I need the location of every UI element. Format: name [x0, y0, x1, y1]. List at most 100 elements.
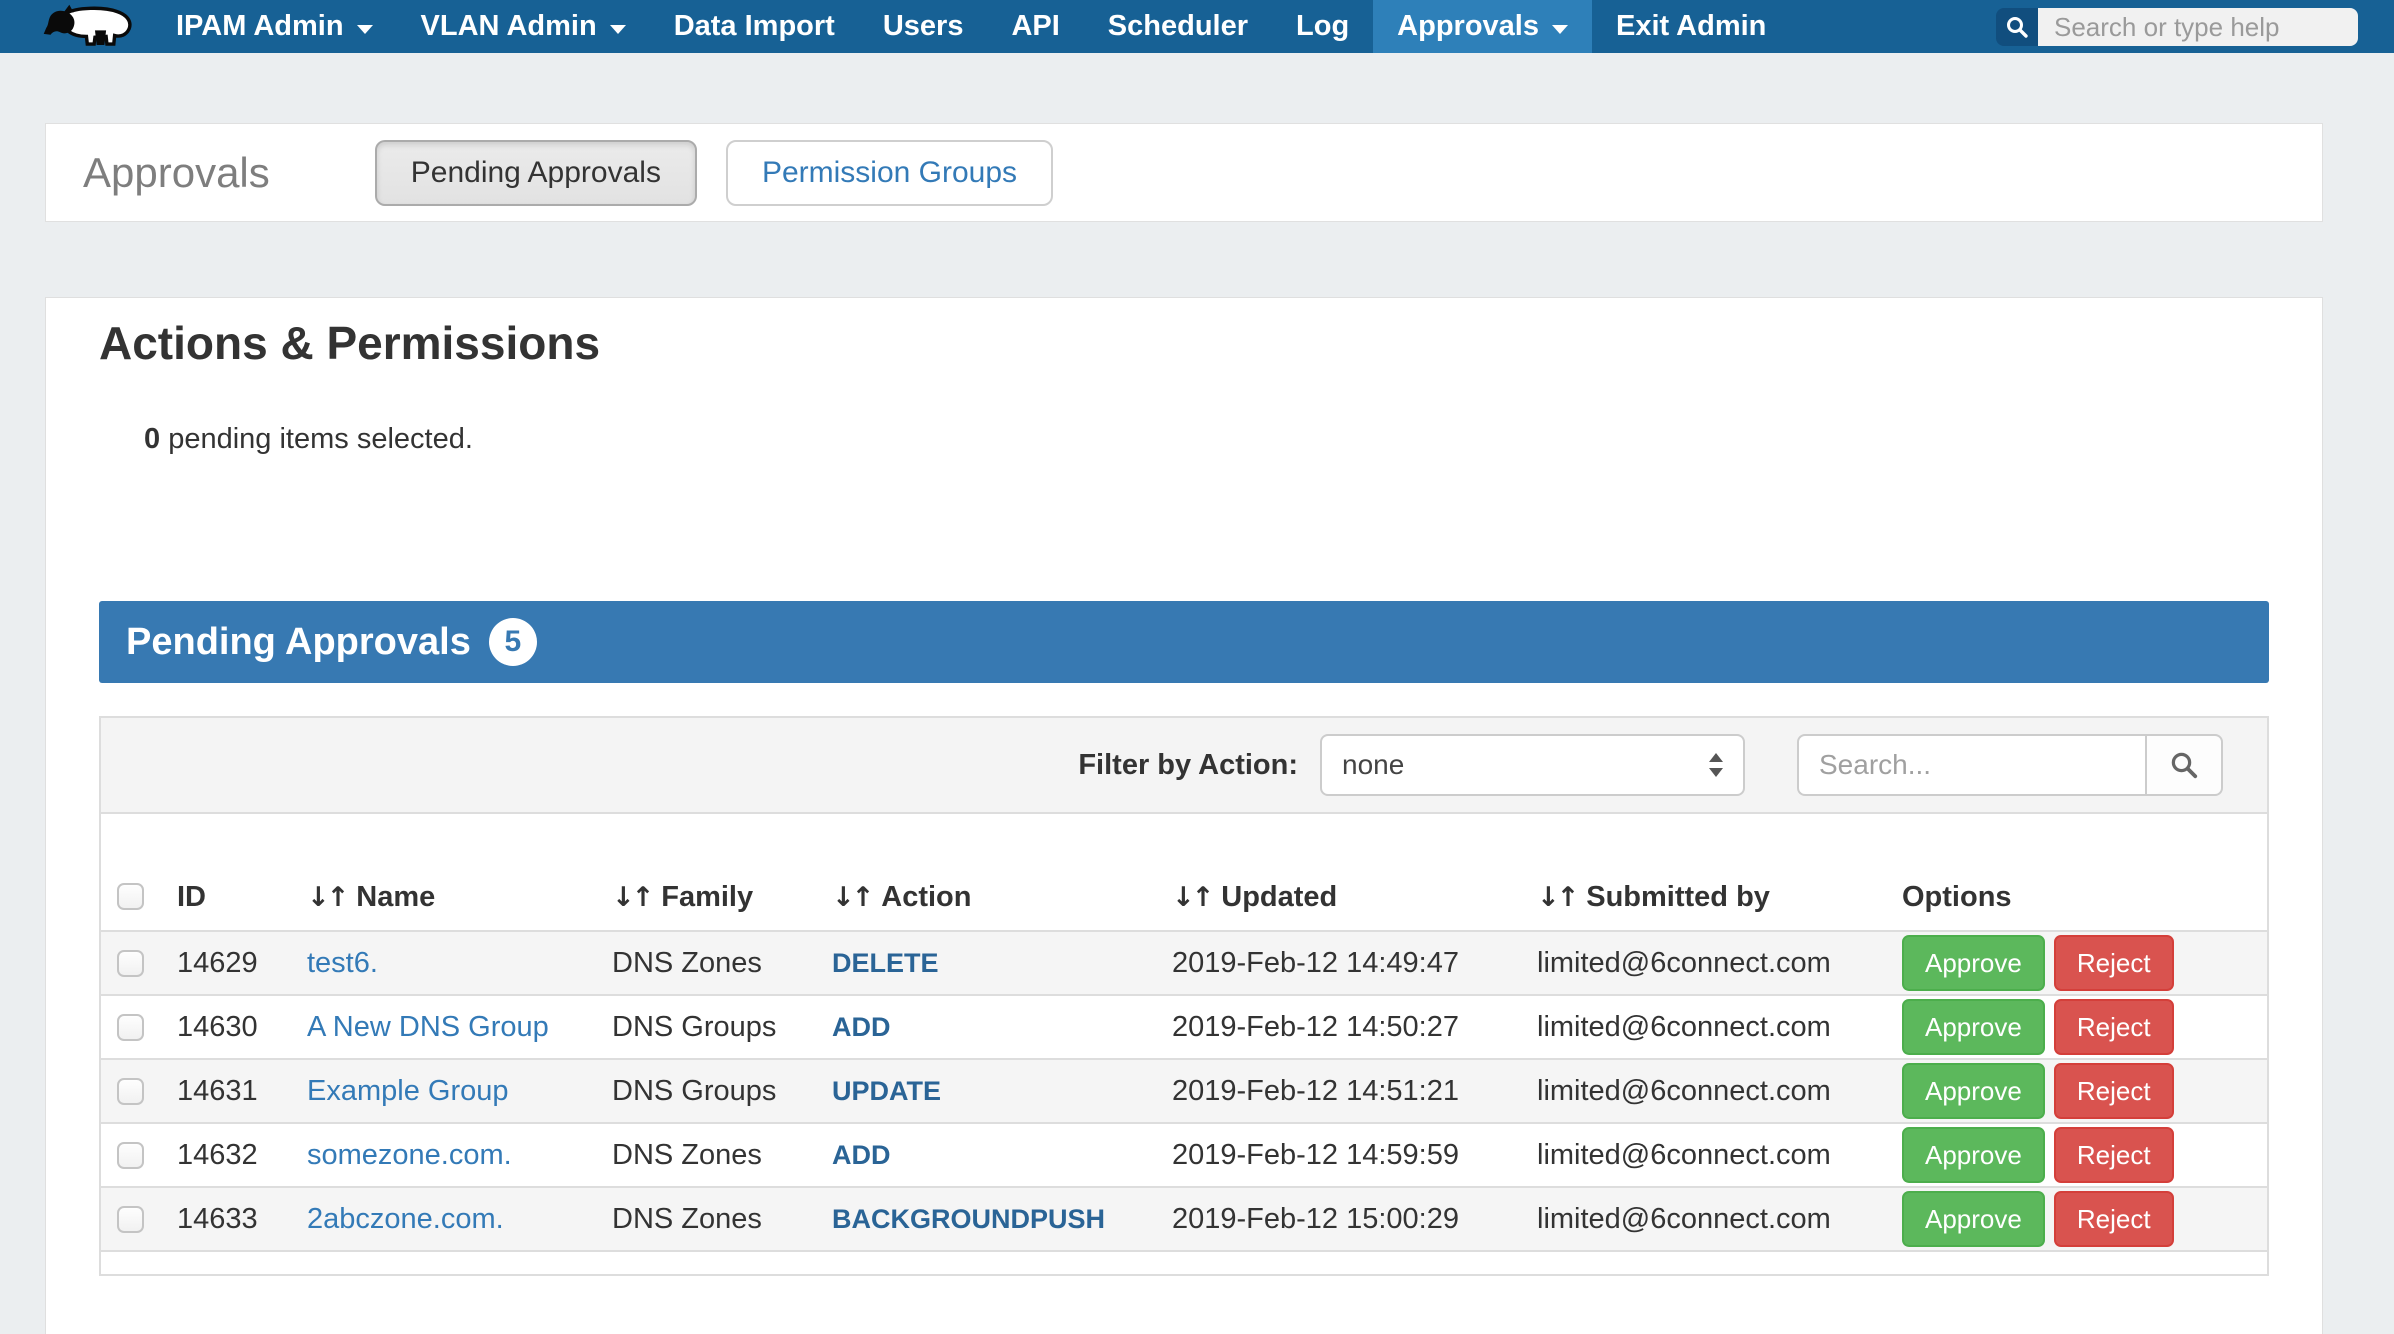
- cell-action-cell: DELETE: [818, 947, 1158, 980]
- filter-by-action-label: Filter by Action:: [1078, 749, 1298, 782]
- select-all-checkbox[interactable]: [117, 883, 144, 910]
- navbar-menu: IPAM Admin VLAN Admin Data Import Users API S…: [152, 0, 1790, 53]
- cell-family: DNS Groups: [612, 1075, 776, 1107]
- col-header-submitted-by[interactable]: ↓↑ Submitted by: [1523, 881, 1888, 914]
- reject-button[interactable]: Reject: [2054, 1127, 2174, 1183]
- approve-button[interactable]: Approve: [1902, 999, 2045, 1055]
- row-options-cell: ApproveReject: [1888, 935, 2267, 991]
- cell-updated: 2019-Feb-12 14:50:27: [1172, 1011, 1459, 1043]
- nav-item-label: Scheduler: [1108, 10, 1248, 43]
- search-icon: [2169, 750, 2199, 780]
- col-header-action[interactable]: ↓↑Action: [818, 881, 1158, 914]
- cell-updated: 2019-Feb-12 14:49:47: [1172, 947, 1459, 979]
- help-search-input[interactable]: [2038, 8, 2358, 46]
- row-checkbox[interactable]: [117, 1014, 144, 1041]
- cell-action-cell: UPDATE: [818, 1075, 1158, 1108]
- table-filter-bar: Filter by Action: none: [101, 718, 2267, 814]
- filter-action-select[interactable]: none: [1320, 734, 1745, 796]
- approve-button[interactable]: Approve: [1902, 1191, 2045, 1247]
- table-search-input[interactable]: [1797, 734, 2145, 796]
- reject-button[interactable]: Reject: [2054, 1063, 2174, 1119]
- cell-updated: 2019-Feb-12 15:00:29: [1172, 1203, 1459, 1235]
- nav-item-exit-admin[interactable]: Exit Admin: [1592, 0, 1790, 53]
- nav-item-users[interactable]: Users: [859, 0, 988, 53]
- col-header-label: Family: [661, 881, 753, 914]
- row-name-link[interactable]: Example Group: [307, 1075, 509, 1107]
- col-header-name[interactable]: ↓↑Name: [293, 881, 598, 914]
- tab-permission-groups[interactable]: Permission Groups: [726, 140, 1053, 206]
- approve-button[interactable]: Approve: [1902, 1063, 2045, 1119]
- brand-logo[interactable]: [42, 0, 138, 53]
- caret-down-icon: [610, 25, 626, 34]
- col-header-updated[interactable]: ↓↑Updated: [1158, 881, 1523, 914]
- col-header-id: ID: [163, 881, 293, 914]
- tab-pending-approvals[interactable]: Pending Approvals: [375, 140, 697, 206]
- row-checkbox-cell: [101, 1206, 163, 1233]
- col-header-label: ID: [177, 881, 206, 914]
- cell-action-cell: BACKGROUNDPUSH: [818, 1203, 1158, 1236]
- row-name-link[interactable]: 2abczone.com.: [307, 1203, 504, 1235]
- nav-item-api[interactable]: API: [987, 0, 1083, 53]
- cell-id: 14630: [177, 1011, 258, 1043]
- row-checkbox[interactable]: [117, 1206, 144, 1233]
- row-options-cell: ApproveReject: [1888, 1191, 2267, 1247]
- cell-submitted-by: limited@6connect.com: [1537, 947, 1831, 979]
- panel-title: Pending Approvals: [126, 621, 471, 664]
- approve-button[interactable]: Approve: [1902, 935, 2045, 991]
- approve-button[interactable]: Approve: [1902, 1127, 2045, 1183]
- sort-icon: ↓↑: [1537, 882, 1576, 913]
- row-name-link[interactable]: test6.: [307, 947, 378, 979]
- table-body: 14629test6.DNS ZonesDELETE2019-Feb-12 14…: [101, 932, 2267, 1252]
- pending-approvals-table-container: Filter by Action: none: [99, 716, 2269, 1276]
- row-checkbox[interactable]: [117, 1078, 144, 1105]
- col-header-label: Submitted by: [1586, 881, 1770, 914]
- select-updown-icon: [1709, 753, 1723, 777]
- cell-id: 14633: [177, 1203, 258, 1235]
- table-search-button[interactable]: [2145, 734, 2223, 796]
- cell-family-cell: DNS Groups: [598, 1011, 818, 1044]
- row-checkbox[interactable]: [117, 1142, 144, 1169]
- cell-updated: 2019-Feb-12 14:59:59: [1172, 1139, 1459, 1171]
- nav-item-label: Users: [883, 10, 964, 43]
- nav-item-label: Approvals: [1397, 10, 1539, 43]
- table-row: 14630A New DNS GroupDNS GroupsADD2019-Fe…: [101, 996, 2267, 1060]
- cell-submitted-by-cell: limited@6connect.com: [1523, 1075, 1888, 1108]
- reject-button[interactable]: Reject: [2054, 935, 2174, 991]
- row-checkbox[interactable]: [117, 950, 144, 977]
- table-row: 14629test6.DNS ZonesDELETE2019-Feb-12 14…: [101, 932, 2267, 996]
- reject-button[interactable]: Reject: [2054, 999, 2174, 1055]
- col-header-label: Action: [881, 881, 971, 914]
- filter-action-selected-value: none: [1342, 749, 1709, 781]
- cell-id: 14631: [177, 1075, 258, 1107]
- nav-item-approvals[interactable]: Approvals: [1373, 0, 1592, 53]
- col-header-family[interactable]: ↓↑Family: [598, 881, 818, 914]
- approvals-admin-page: IPAM Admin VLAN Admin Data Import Users API S…: [0, 0, 2394, 1334]
- cell-updated-cell: 2019-Feb-12 14:50:27: [1158, 1011, 1523, 1044]
- nav-item-vlan-admin[interactable]: VLAN Admin: [397, 0, 650, 53]
- row-name-link-cell: Example Group: [293, 1075, 598, 1108]
- col-header-options: Options: [1888, 881, 2267, 914]
- reject-button[interactable]: Reject: [2054, 1191, 2174, 1247]
- row-name-link[interactable]: A New DNS Group: [307, 1011, 549, 1043]
- nav-item-label: Log: [1296, 10, 1349, 43]
- cell-updated: 2019-Feb-12 14:51:21: [1172, 1075, 1459, 1107]
- nav-item-ipam-admin[interactable]: IPAM Admin: [152, 0, 397, 53]
- pending-approvals-panel-header: Pending Approvals 5: [99, 601, 2269, 683]
- cell-submitted-by-cell: limited@6connect.com: [1523, 1203, 1888, 1236]
- cell-submitted-by: limited@6connect.com: [1537, 1011, 1831, 1043]
- nav-item-data-import[interactable]: Data Import: [650, 0, 859, 53]
- nav-item-label: Data Import: [674, 10, 835, 43]
- table-row: 14631 Example Group DNS Groups UPDATE 2019-F…: [101, 1060, 2267, 1124]
- cell-submitted-by: limited@6connect.com: [1537, 1203, 1831, 1235]
- search-icon: [2005, 15, 2029, 39]
- cell-updated-cell: 2019-Feb-12 14:51:21: [1158, 1075, 1523, 1108]
- row-name-link[interactable]: somezone.com.: [307, 1139, 512, 1171]
- selected-count-text: pending items selected.: [168, 423, 473, 455]
- nav-item-scheduler[interactable]: Scheduler: [1084, 0, 1272, 53]
- cell-id: 14629: [177, 947, 258, 979]
- cell-action: ADD: [832, 1140, 891, 1170]
- navbar-search-button[interactable]: [1996, 8, 2038, 46]
- nav-item-log[interactable]: Log: [1272, 0, 1373, 53]
- nav-item-label: IPAM Admin: [176, 10, 344, 43]
- cell-updated-cell: 2019-Feb-12 14:49:47: [1158, 947, 1523, 980]
